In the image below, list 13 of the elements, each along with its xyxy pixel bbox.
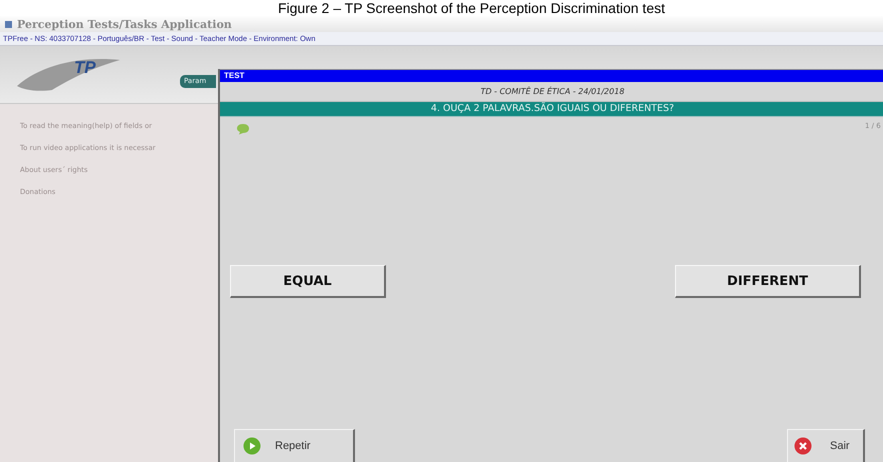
window-title: Perception Tests/Tasks Application [17, 18, 232, 30]
app-icon [5, 20, 12, 28]
speech-bubble-icon[interactable] [236, 123, 250, 135]
answer-button[interactable]: DIFFERENT [675, 265, 861, 298]
close-icon [794, 437, 812, 455]
answer-button[interactable]: EQUAL [230, 265, 386, 298]
dialog-title: TEST [224, 71, 244, 80]
repeat-button[interactable]: Repetir [234, 429, 355, 462]
question-text: 4. OUÇA 2 PALAVRAS.SÃO IGUAIS OU DIFERENTES? [430, 103, 674, 114]
logo-text: TP [74, 58, 96, 78]
exit-button[interactable]: Sair [787, 429, 865, 462]
figure-caption: Figure 2 – TP Screenshot of the Perception Discrimination test [276, 0, 666, 16]
play-icon [243, 437, 261, 455]
